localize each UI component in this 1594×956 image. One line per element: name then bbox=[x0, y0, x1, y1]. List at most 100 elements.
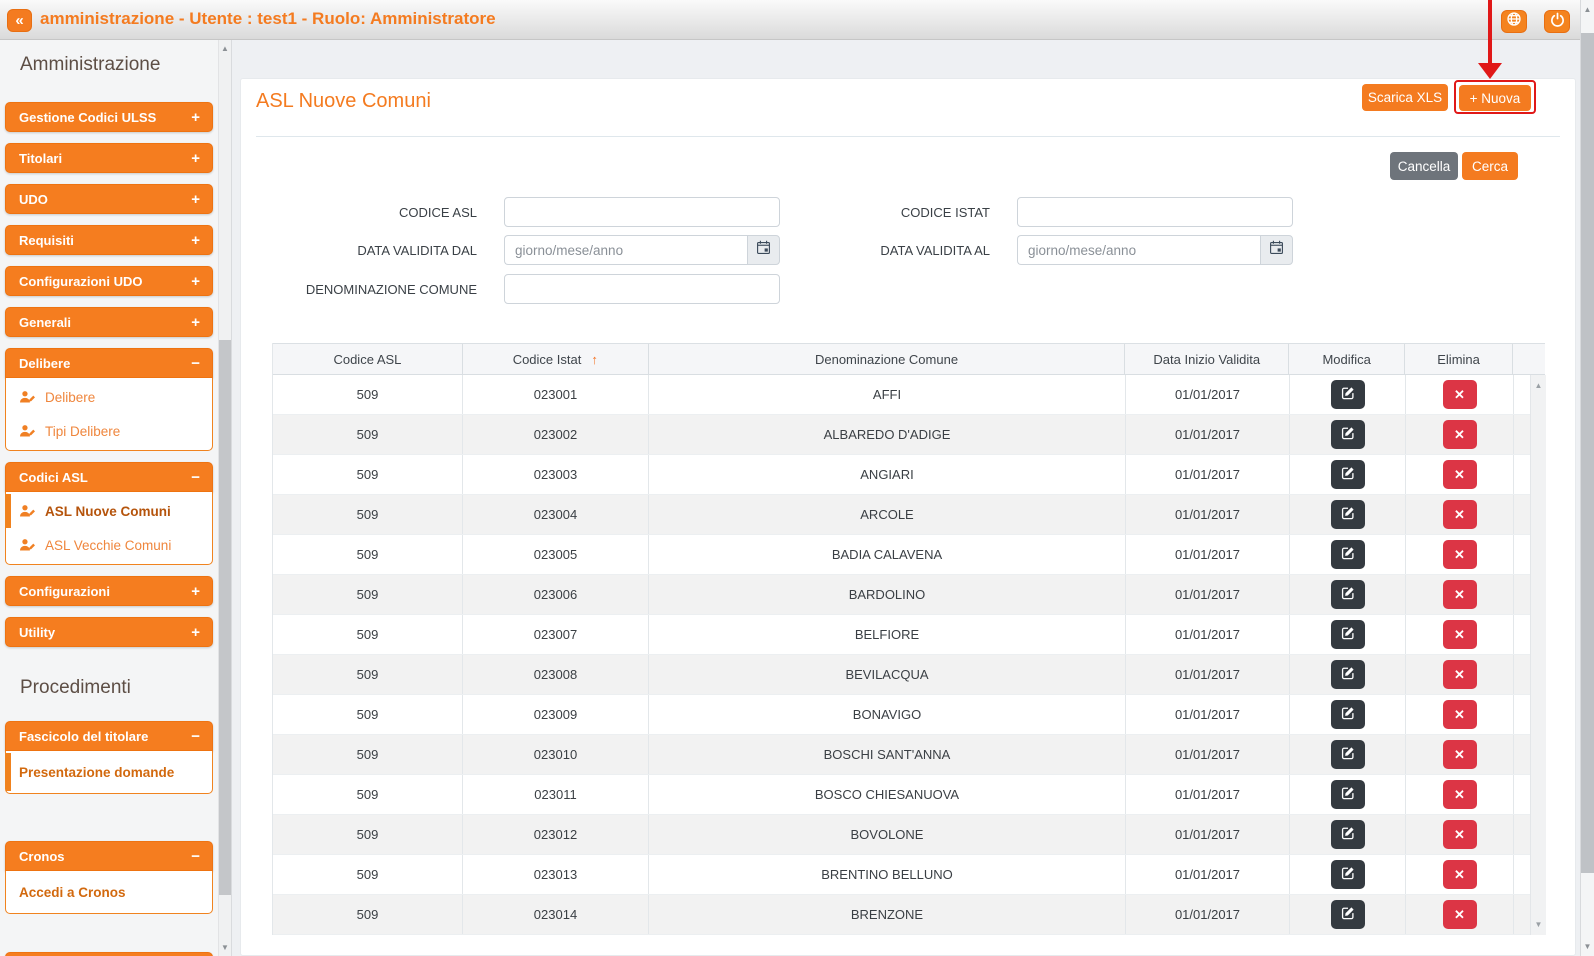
cell-codice-asl: 509 bbox=[273, 575, 463, 614]
language-button[interactable] bbox=[1501, 10, 1527, 33]
cell-codice-istat: 023010 bbox=[463, 735, 649, 774]
edit-button[interactable] bbox=[1331, 780, 1365, 809]
sidebar-menu-button[interactable] bbox=[5, 952, 213, 956]
sidebar-menu-button[interactable]: UDO + bbox=[5, 184, 213, 214]
cancella-button[interactable]: Cancella bbox=[1390, 152, 1458, 180]
delete-button[interactable]: ✕ bbox=[1443, 700, 1477, 729]
calendar-button[interactable] bbox=[1260, 235, 1293, 265]
table-row: 509 023010 BOSCHI SANT'ANNA 01/01/2017 ✕ bbox=[273, 735, 1545, 775]
cell-comune: ANGIARI bbox=[649, 455, 1126, 494]
delete-button[interactable]: ✕ bbox=[1443, 900, 1477, 929]
cell-data-inizio: 01/01/2017 bbox=[1126, 455, 1290, 494]
item-label: Delibere bbox=[45, 390, 95, 405]
delete-button[interactable]: ✕ bbox=[1443, 860, 1477, 889]
pencil-square-icon bbox=[1341, 426, 1355, 443]
cell-comune: BELFIORE bbox=[649, 615, 1126, 654]
data-validita-dal-input[interactable] bbox=[504, 235, 747, 265]
scarica-xls-button[interactable]: Scarica XLS bbox=[1362, 84, 1448, 111]
menu-label: Generali bbox=[19, 315, 71, 330]
delete-button[interactable]: ✕ bbox=[1443, 580, 1477, 609]
sidebar-menu-button[interactable]: Generali + bbox=[5, 307, 213, 337]
delete-button[interactable]: ✕ bbox=[1443, 820, 1477, 849]
sidebar-scrollbar[interactable]: ▲ ▼ bbox=[218, 40, 231, 956]
delete-button[interactable]: ✕ bbox=[1443, 500, 1477, 529]
column-header-codice-asl[interactable]: Codice ASL bbox=[273, 344, 463, 374]
scroll-down-icon[interactable]: ▼ bbox=[219, 943, 231, 952]
edit-button[interactable] bbox=[1331, 860, 1365, 889]
plus-icon: + bbox=[191, 150, 200, 167]
delete-button[interactable]: ✕ bbox=[1443, 420, 1477, 449]
column-header-codice-istat[interactable]: Codice Istat ↑ bbox=[463, 344, 649, 374]
data-validita-al-group bbox=[1017, 235, 1293, 265]
sidebar-menu-button[interactable]: Utility + bbox=[5, 617, 213, 647]
scrollbar-thumb[interactable] bbox=[219, 340, 231, 895]
codice-asl-input[interactable] bbox=[504, 197, 780, 227]
plus-icon: + bbox=[191, 624, 200, 641]
delete-button[interactable]: ✕ bbox=[1443, 620, 1477, 649]
column-header-elimina[interactable]: Elimina bbox=[1405, 344, 1513, 374]
delete-button[interactable]: ✕ bbox=[1443, 740, 1477, 769]
denominazione-comune-input[interactable] bbox=[504, 274, 780, 304]
delete-button[interactable]: ✕ bbox=[1443, 780, 1477, 809]
data-validita-al-input[interactable] bbox=[1017, 235, 1260, 265]
sidebar-menu-button[interactable]: Gestione Codici ULSS + bbox=[5, 102, 213, 132]
sidebar-item-accedi-a-cronos[interactable]: Accedi a Cronos bbox=[6, 873, 212, 911]
edit-button[interactable] bbox=[1331, 500, 1365, 529]
cell-data-inizio: 01/01/2017 bbox=[1126, 855, 1290, 894]
column-header-data-inizio-validita[interactable]: Data Inizio Validita bbox=[1125, 344, 1289, 374]
sidebar-menu-button[interactable]: Titolari + bbox=[5, 143, 213, 173]
delete-button[interactable]: ✕ bbox=[1443, 460, 1477, 489]
x-icon: ✕ bbox=[1454, 907, 1465, 923]
sidebar-item-asl-nuove-comuni[interactable]: ASL Nuove Comuni bbox=[6, 494, 212, 528]
results-table: Codice ASL Codice Istat ↑ Denominazione … bbox=[272, 343, 1545, 935]
sidebar-item-asl-vecchie-comuni[interactable]: ASL Vecchie Comuni bbox=[6, 528, 212, 562]
edit-button[interactable] bbox=[1331, 660, 1365, 689]
delete-button[interactable]: ✕ bbox=[1443, 540, 1477, 569]
sidebar-menu-button[interactable]: Cronos − bbox=[5, 841, 213, 871]
pencil-square-icon bbox=[1341, 906, 1355, 923]
nuova-button[interactable]: + Nuova bbox=[1459, 85, 1531, 111]
scroll-up-icon[interactable]: ▲ bbox=[219, 44, 231, 53]
cerca-button[interactable]: Cerca bbox=[1462, 152, 1518, 180]
cell-codice-istat: 023006 bbox=[463, 575, 649, 614]
logout-button[interactable] bbox=[1544, 10, 1570, 33]
edit-button[interactable] bbox=[1331, 540, 1365, 569]
scroll-up-icon[interactable]: ▲ bbox=[1581, 5, 1594, 14]
edit-button[interactable] bbox=[1331, 700, 1365, 729]
sidebar-menu-button[interactable]: Fascicolo del titolare − bbox=[5, 721, 213, 751]
delete-button[interactable]: ✕ bbox=[1443, 660, 1477, 689]
sidebar-menu-button[interactable]: Codici ASL − bbox=[5, 462, 213, 492]
header-divider bbox=[256, 136, 1560, 137]
sidebar-item-delibere[interactable]: Delibere bbox=[6, 380, 212, 414]
cell-data-inizio: 01/01/2017 bbox=[1126, 575, 1290, 614]
collapse-sidebar-button[interactable]: « bbox=[7, 9, 32, 32]
table-scrollbar[interactable]: ▲ ▼ bbox=[1530, 375, 1546, 935]
pencil-square-icon bbox=[1341, 826, 1355, 843]
scroll-down-icon[interactable]: ▼ bbox=[1531, 920, 1546, 929]
codice-istat-input[interactable] bbox=[1017, 197, 1293, 227]
menu-label: Titolari bbox=[19, 151, 62, 166]
edit-button[interactable] bbox=[1331, 620, 1365, 649]
edit-button[interactable] bbox=[1331, 580, 1365, 609]
sidebar-menu-udo: UDO + bbox=[5, 184, 213, 214]
scroll-down-icon[interactable]: ▼ bbox=[1581, 942, 1594, 951]
edit-button[interactable] bbox=[1331, 380, 1365, 409]
sidebar-menu-button[interactable]: Configurazioni + bbox=[5, 576, 213, 606]
scrollbar-thumb[interactable] bbox=[1581, 33, 1594, 873]
scroll-up-icon[interactable]: ▲ bbox=[1531, 381, 1546, 390]
sidebar-item-tipi-delibere[interactable]: Tipi Delibere bbox=[6, 414, 212, 448]
edit-button[interactable] bbox=[1331, 900, 1365, 929]
cell-codice-asl: 509 bbox=[273, 775, 463, 814]
sidebar-menu-button[interactable]: Requisiti + bbox=[5, 225, 213, 255]
edit-button[interactable] bbox=[1331, 460, 1365, 489]
page-scrollbar[interactable]: ▲ ▼ bbox=[1580, 0, 1594, 956]
column-header-denominazione-comune[interactable]: Denominazione Comune bbox=[649, 344, 1126, 374]
edit-button[interactable] bbox=[1331, 740, 1365, 769]
sidebar-menu-button[interactable]: Configurazioni UDO + bbox=[5, 266, 213, 296]
sidebar-menu-button[interactable]: Delibere − bbox=[5, 348, 213, 378]
sidebar-item-presentazione-domande[interactable]: Presentazione domande bbox=[6, 753, 212, 791]
delete-button[interactable]: ✕ bbox=[1443, 380, 1477, 409]
edit-button[interactable] bbox=[1331, 420, 1365, 449]
column-header-modifica[interactable]: Modifica bbox=[1289, 344, 1405, 374]
edit-button[interactable] bbox=[1331, 820, 1365, 849]
